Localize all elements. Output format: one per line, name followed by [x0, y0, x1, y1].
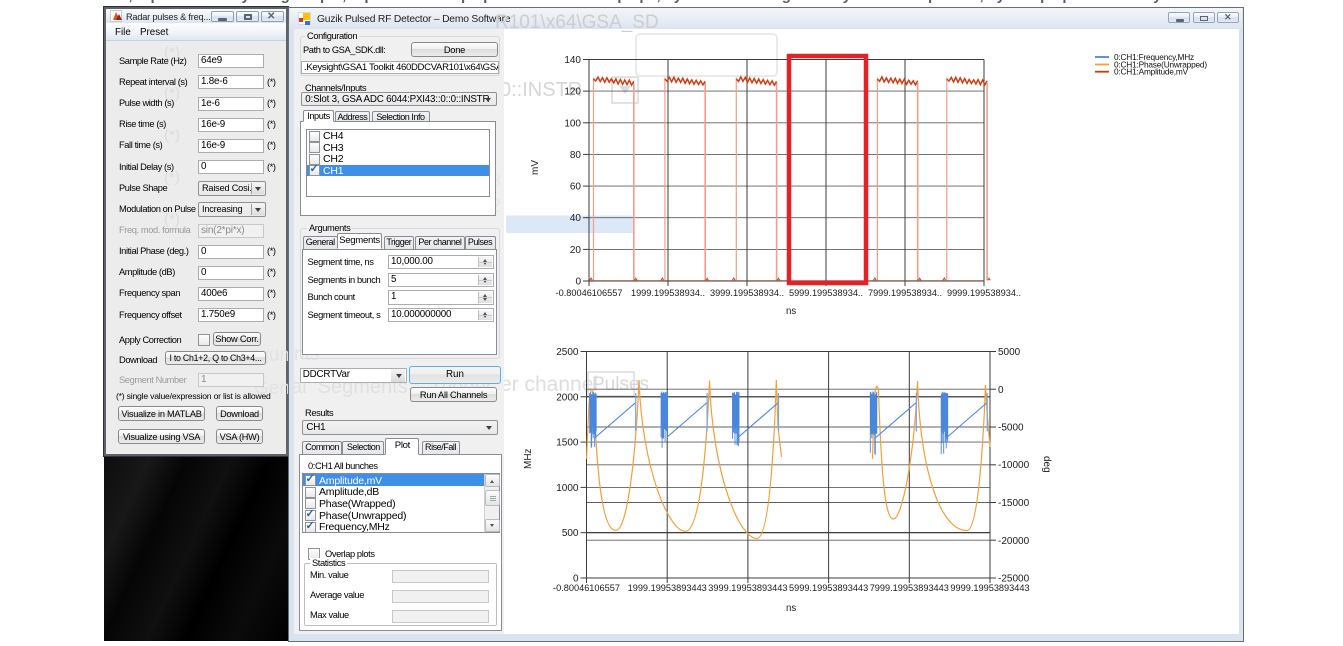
svg-text:-0.80046106557: -0.80046106557: [553, 583, 620, 593]
svg-text:-5000: -5000: [998, 423, 1024, 434]
svg-text:2500: 2500: [556, 347, 579, 358]
svg-text:ns: ns: [786, 306, 796, 317]
svg-text:5999.19953893443: 5999.19953893443: [789, 583, 868, 593]
svg-text:3999.19953893443: 3999.19953893443: [708, 583, 787, 593]
svg-text:120: 120: [564, 87, 581, 98]
svg-text:0:CH1:Amplitude,mV: 0:CH1:Amplitude,mV: [1114, 67, 1189, 77]
svg-text:-0.80046106557: -0.80046106557: [556, 288, 623, 298]
svg-text:40: 40: [570, 213, 582, 224]
svg-text:100: 100: [564, 118, 581, 129]
svg-text:mV: mV: [530, 160, 541, 175]
svg-text:1500: 1500: [556, 438, 579, 449]
svg-text:-20000: -20000: [998, 536, 1030, 547]
svg-text:5000: 5000: [998, 347, 1021, 358]
svg-text:9999.199538934..: 9999.199538934..: [947, 288, 1021, 298]
svg-text:9999.19953893443: 9999.19953893443: [950, 583, 1029, 593]
svg-text:500: 500: [562, 528, 579, 539]
svg-text:ns: ns: [786, 603, 796, 614]
svg-text:1999.19953893443: 1999.19953893443: [628, 583, 707, 593]
svg-text:7999.199538934..: 7999.199538934..: [868, 288, 942, 298]
svg-text:80: 80: [570, 150, 582, 161]
svg-text:0: 0: [575, 277, 581, 288]
svg-text:1999.199538934..: 1999.199538934..: [631, 288, 705, 298]
svg-text:7999.19953893443: 7999.19953893443: [870, 583, 949, 593]
svg-text:-15000: -15000: [998, 498, 1030, 509]
svg-text:1000: 1000: [556, 483, 579, 494]
svg-text:20: 20: [570, 245, 582, 256]
svg-text:-10000: -10000: [998, 460, 1030, 471]
svg-text:2000: 2000: [556, 392, 579, 403]
svg-text:Pulses: Pulses: [592, 374, 649, 395]
svg-text:deg: deg: [1041, 456, 1052, 473]
svg-text:er channel: er channel: [504, 373, 598, 396]
svg-text:0: 0: [998, 385, 1004, 396]
svg-text:MHz: MHz: [523, 448, 534, 469]
svg-text:5999.199538934..: 5999.199538934..: [789, 288, 863, 298]
svg-text:3999.199538934..: 3999.199538934..: [710, 288, 784, 298]
svg-text:60: 60: [570, 182, 582, 193]
svg-text:140: 140: [564, 55, 581, 66]
